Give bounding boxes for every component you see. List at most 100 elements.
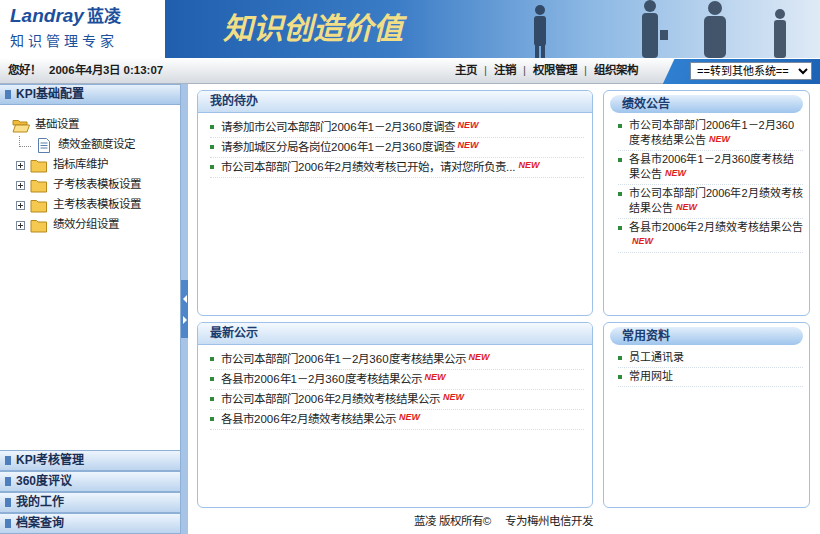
item-text[interactable]: 常用网址 [629, 369, 673, 384]
item-link[interactable]: 请参加市公司本部部门2006年1－2月360度调查 [221, 121, 455, 133]
panel: 绩效公告市公司本部部门2006年1－2月360度考核结果公告NEW各县市2006… [603, 90, 810, 316]
footer: 蓝凌 版权所有©专为梅州电信开发 [197, 508, 810, 530]
item-link[interactable]: 常用网址 [629, 370, 673, 382]
sidebar-section[interactable]: 360度评议 [0, 471, 180, 492]
tree-label[interactable]: 基础设置 [35, 116, 79, 133]
panel-item[interactable]: 市公司本部部门2006年1－2月360度考核结果公示NEW [210, 350, 584, 370]
folder-icon [30, 178, 48, 193]
expand-icon [16, 221, 25, 230]
panel-item[interactable]: 各县市2006年2月绩效考核结果公示NEW [210, 410, 584, 430]
new-badge: NEW [709, 134, 730, 144]
tree-item[interactable]: 基础设置 [12, 115, 180, 135]
item-link[interactable]: 市公司本部部门2006年2月绩效考核结果公告 [629, 187, 803, 214]
panel: 常用资料员工通讯录常用网址 [603, 322, 810, 508]
sidebar: KPI基础配置基础设置绩效金额度设定指标库维护子考核表模板设置主考核表模板设置绩… [0, 84, 181, 534]
panel-title: 常用资料 [610, 327, 803, 345]
panel-item[interactable]: 请参加城区分局各岗位2006年1－2月360度调查NEW [210, 138, 584, 158]
folder-icon [30, 198, 48, 213]
nav-link[interactable]: 主页 [455, 62, 477, 79]
item-text[interactable]: 各县市2006年2月绩效考核结果公告 NEW [629, 220, 803, 250]
tree-item[interactable]: 主考核表模板设置 [12, 195, 180, 215]
bullet [618, 356, 622, 360]
panel-item[interactable]: 常用网址 [618, 368, 803, 387]
panel-grid: 我的待办请参加市公司本部部门2006年1－2月360度调查NEW请参加城区分局各… [197, 90, 810, 508]
banner: 知识创造价值 [165, 0, 820, 58]
logo-line: Landray蓝凌 [10, 5, 157, 29]
nav-link[interactable]: 注销 [494, 62, 516, 79]
panel-item[interactable]: 市公司本部部门2006年2月绩效考核结果公示NEW [210, 390, 584, 410]
item-link[interactable]: 各县市2006年2月绩效考核结果公示 [221, 413, 396, 425]
nav-link[interactable]: 组织架构 [594, 62, 638, 79]
tree-item[interactable]: 指标库维护 [12, 155, 180, 175]
logo: Landray蓝凌知识管理专家 [0, 0, 165, 58]
item-text[interactable]: 请参加城区分局各岗位2006年1－2月360度调查NEW [221, 139, 479, 155]
sidebar-section[interactable]: KPI考核管理 [0, 450, 180, 471]
nav-link[interactable]: 权限管理 [533, 62, 577, 79]
brand-name: Landray [10, 5, 84, 26]
tree-label[interactable]: 子考核表模板设置 [53, 176, 141, 193]
panel-item[interactable]: 市公司本部部门2006年2月绩效考核结果公告NEW [618, 185, 803, 219]
system-switch: ==转到其他系统== [654, 59, 820, 84]
tree-item[interactable]: 绩效分组设置 [12, 215, 180, 235]
item-link[interactable]: 市公司本部部门2006年1－2月360度考核结果公示 [221, 353, 466, 365]
new-badge: NEW [458, 140, 479, 150]
header: Landray蓝凌知识管理专家 知识创造价值 [0, 0, 820, 58]
tree-item[interactable]: 绩效金额度设定 [12, 135, 180, 155]
panel-item[interactable]: 员工通讯录 [618, 349, 803, 368]
new-badge: NEW [425, 372, 446, 382]
bullet [618, 192, 622, 196]
arrow-left-icon [183, 295, 187, 303]
sidebar-section[interactable]: KPI基础配置 [0, 84, 180, 105]
item-link[interactable]: 市公司本部部门2006年2月绩效考核已开始，请对您所负责... [221, 161, 516, 173]
bullet [210, 165, 214, 169]
folder-icon [30, 218, 48, 233]
tree-label[interactable]: 指标库维护 [53, 156, 108, 173]
item-link[interactable]: 员工通讯录 [629, 351, 684, 363]
arrow-right-icon [183, 316, 187, 324]
item-text[interactable]: 市公司本部部门2006年2月绩效考核结果公示NEW [221, 391, 464, 407]
item-text[interactable]: 市公司本部部门2006年1－2月360度考核结果公示NEW [221, 351, 490, 367]
item-text[interactable]: 市公司本部部门2006年2月绩效考核结果公告NEW [629, 186, 803, 216]
new-badge: NEW [519, 160, 540, 170]
bullet [210, 377, 214, 381]
panel-list: 市公司本部部门2006年1－2月360度考核结果公示NEW各县市2006年1－2… [198, 345, 592, 430]
item-link[interactable]: 市公司本部部门2006年2月绩效考核结果公示 [221, 393, 440, 405]
tree-label[interactable]: 绩效金额度设定 [58, 136, 135, 153]
panel-item[interactable]: 请参加市公司本部部门2006年1－2月360度调查NEW [210, 118, 584, 138]
splitter[interactable] [181, 84, 188, 534]
system-select[interactable]: ==转到其他系统== [690, 62, 812, 80]
item-text[interactable]: 各县市2006年1－2月360度考核结果公告NEW [629, 152, 803, 182]
item-text[interactable]: 各县市2006年2月绩效考核结果公示NEW [221, 411, 420, 427]
people-silhouette-icon [500, 0, 800, 58]
item-text[interactable]: 请参加市公司本部部门2006年1－2月360度调查NEW [221, 119, 479, 135]
item-text[interactable]: 员工通讯录 [629, 350, 684, 365]
item-text[interactable]: 各县市2006年1－2月360度考核结果公示NEW [221, 371, 446, 387]
item-text[interactable]: 市公司本部部门2006年2月绩效考核已开始，请对您所负责...NEW [221, 159, 540, 175]
panel-item[interactable]: 市公司本部部门2006年1－2月360度考核结果公告NEW [618, 117, 803, 151]
panel-title: 我的待办 [198, 91, 592, 113]
new-badge: NEW [469, 352, 490, 362]
collapse-toggle[interactable] [181, 280, 188, 338]
new-badge: NEW [676, 202, 697, 212]
bullet [210, 357, 214, 361]
sidebar-section[interactable]: 档案查询 [0, 513, 180, 534]
datetime: 2006年4月3日 0:13:07 [49, 64, 163, 76]
item-link[interactable]: 各县市2006年1－2月360度考核结果公示 [221, 373, 422, 385]
new-badge: NEW [632, 236, 653, 246]
tree-label[interactable]: 主考核表模板设置 [53, 196, 141, 213]
tree-label[interactable]: 绩效分组设置 [53, 216, 119, 233]
item-text[interactable]: 市公司本部部门2006年1－2月360度考核结果公告NEW [629, 118, 803, 148]
item-link[interactable]: 各县市2006年2月绩效考核结果公告 [629, 221, 803, 233]
tree-item[interactable]: 子考核表模板设置 [12, 175, 180, 195]
slogan: 知识创造价值 [165, 0, 820, 58]
developer-note: 专为梅州电信开发 [505, 515, 593, 527]
item-link[interactable]: 各县市2006年1－2月360度考核结果公告 [629, 153, 794, 180]
tagline: 知识管理专家 [10, 29, 157, 53]
panel-item[interactable]: 各县市2006年1－2月360度考核结果公告NEW [618, 151, 803, 185]
panel-item[interactable]: 市公司本部部门2006年2月绩效考核已开始，请对您所负责...NEW [210, 158, 584, 178]
sidebar-section[interactable]: 我的工作 [0, 492, 180, 513]
panel-item[interactable]: 各县市2006年2月绩效考核结果公告 NEW [618, 219, 803, 253]
document-icon [35, 138, 53, 153]
panel-item[interactable]: 各县市2006年1－2月360度考核结果公示NEW [210, 370, 584, 390]
item-link[interactable]: 请参加城区分局各岗位2006年1－2月360度调查 [221, 141, 455, 153]
